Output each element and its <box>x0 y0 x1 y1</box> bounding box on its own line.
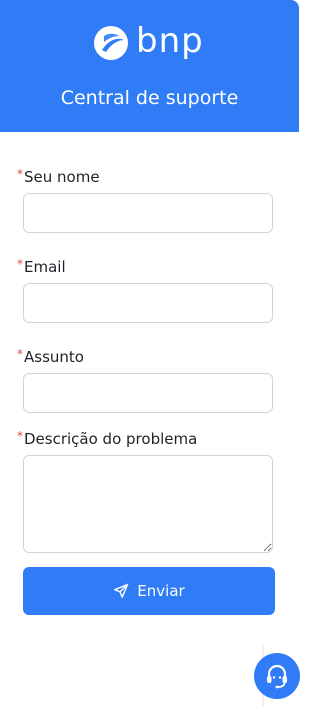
required-marker: * <box>17 347 23 361</box>
support-page: bnp Central de suporte *Seu nome *Email … <box>0 0 311 706</box>
submit-label: Enviar <box>137 582 185 600</box>
description-label: *Descrição do problema <box>17 429 197 449</box>
headset-icon <box>267 664 287 689</box>
name-label: *Seu nome <box>17 167 100 187</box>
bnp-logo-icon <box>94 26 128 60</box>
email-field[interactable] <box>23 283 273 323</box>
subject-label: *Assunto <box>17 347 84 367</box>
name-field[interactable] <box>23 193 273 233</box>
header: bnp Central de suporte <box>0 0 299 132</box>
page-title: Central de suporte <box>60 87 239 109</box>
submit-button[interactable]: Enviar <box>23 567 275 615</box>
support-chat-button[interactable] <box>254 653 300 699</box>
name-label-text: Seu nome <box>24 168 100 186</box>
brand-name: bnp <box>136 21 204 61</box>
required-marker: * <box>17 167 23 181</box>
send-icon <box>114 583 129 598</box>
brand-logo: bnp <box>92 21 212 65</box>
description-field[interactable] <box>23 455 273 553</box>
description-label-text: Descrição do problema <box>24 430 198 448</box>
email-label: *Email <box>17 257 66 277</box>
required-marker: * <box>17 429 23 443</box>
email-label-text: Email <box>24 258 66 276</box>
subject-label-text: Assunto <box>24 348 84 366</box>
subject-field[interactable] <box>23 373 273 413</box>
required-marker: * <box>17 257 23 271</box>
